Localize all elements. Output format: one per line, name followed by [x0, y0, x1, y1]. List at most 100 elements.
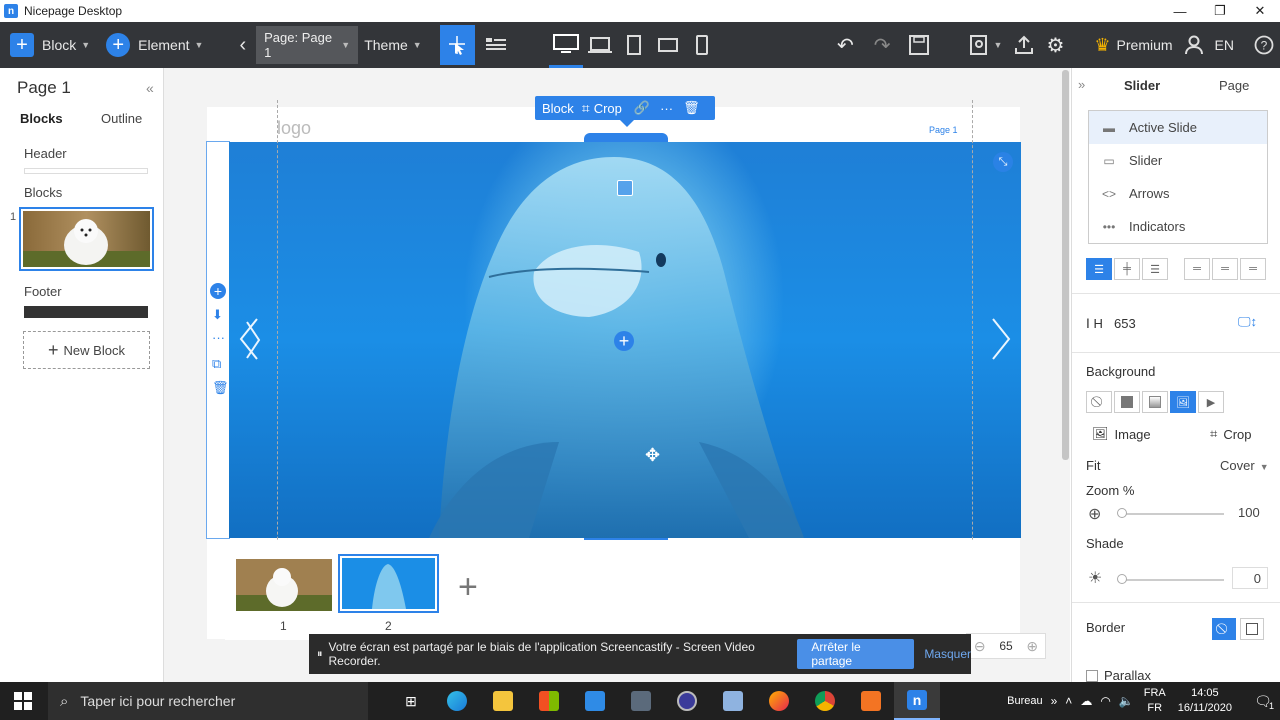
back-arrow-icon[interactable]: ‹ — [229, 22, 256, 68]
select-tool-button[interactable] — [439, 25, 475, 65]
height-value[interactable]: 653 — [1114, 316, 1136, 331]
valign-middle-button[interactable]: ═ — [1212, 258, 1238, 280]
bg-none-button[interactable]: ⃠ — [1086, 391, 1112, 413]
input-language[interactable]: FRA FR — [1144, 686, 1166, 716]
phone-view-button[interactable] — [685, 22, 719, 68]
parallax-checkbox[interactable] — [1086, 669, 1098, 682]
link-icon[interactable]: 🔗 — [634, 100, 650, 116]
language-selector[interactable]: EN — [1209, 22, 1240, 68]
option-indicators[interactable]: ••• Indicators — [1089, 210, 1267, 243]
add-slide-icon[interactable]: + — [458, 570, 478, 604]
shade-slider-track[interactable] — [1118, 579, 1224, 581]
desktop-view-button[interactable] — [549, 22, 583, 68]
zoom-percent-value[interactable]: 100 — [1238, 505, 1260, 520]
store-app[interactable] — [526, 682, 572, 720]
theme-menu[interactable]: Theme ▼ — [358, 22, 428, 68]
block-tb-block[interactable]: Block — [542, 101, 574, 116]
valign-bottom-button[interactable]: ═ — [1240, 258, 1266, 280]
add-element-circle-icon[interactable]: + — [614, 331, 634, 351]
crop-image-button[interactable]: ⌗ Crop — [1210, 426, 1252, 442]
layers-button[interactable] — [479, 22, 513, 68]
volume-icon[interactable]: 🔈 — [1119, 694, 1134, 708]
firefox-app[interactable] — [756, 682, 802, 720]
edge-app[interactable] — [434, 682, 480, 720]
tablet-view-button[interactable] — [617, 22, 651, 68]
zoom-slider-track[interactable] — [1118, 513, 1224, 515]
image-placeholder-icon[interactable] — [617, 180, 633, 196]
laptop-view-button[interactable] — [583, 22, 617, 68]
move-down-icon[interactable]: ⬇ — [212, 307, 223, 323]
align-center-button[interactable]: ╪ — [1114, 258, 1140, 280]
slide-thumb-1[interactable] — [236, 559, 332, 611]
bg-color-button[interactable] — [1114, 391, 1140, 413]
collapse-left-icon[interactable]: « — [146, 80, 154, 96]
trash-icon[interactable]: 🗑 — [683, 100, 700, 116]
tab-page[interactable]: Page — [1219, 78, 1249, 93]
collapse-arrows-icon[interactable]: ⤡ — [993, 152, 1013, 172]
taskbar-search[interactable]: ⌕ Taper ici pour rechercher — [48, 682, 368, 720]
block-tb-crop[interactable]: Crop — [594, 101, 622, 116]
help-button[interactable]: ? — [1248, 22, 1280, 68]
prev-slide-arrow[interactable] — [237, 317, 261, 361]
more-options-icon[interactable]: ··· — [212, 330, 225, 345]
delete-block-icon[interactable]: 🗑 — [212, 380, 229, 396]
tab-slider[interactable]: Slider — [1124, 78, 1160, 93]
parallax-option[interactable]: Parallax — [1086, 668, 1151, 683]
new-block-button[interactable]: + New Block — [23, 331, 150, 369]
calculator-app[interactable] — [618, 682, 664, 720]
stop-sharing-button[interactable]: Arrêter le partage — [797, 639, 915, 669]
media-app[interactable] — [664, 682, 710, 720]
more-icon[interactable]: ··· — [660, 101, 673, 116]
duplicate-icon[interactable]: ⧉ — [212, 356, 221, 372]
add-block-button[interactable]: + Block ▼ — [0, 22, 96, 68]
nicepage-app[interactable]: n — [894, 682, 940, 720]
tab-outline[interactable]: Outline — [101, 111, 142, 126]
save-button[interactable] — [903, 22, 935, 68]
start-button[interactable] — [0, 682, 46, 720]
cloud-icon[interactable]: ☁ — [1080, 694, 1092, 708]
shade-value-input[interactable]: 0 — [1232, 567, 1268, 589]
settings-button[interactable]: ⚙ — [1040, 22, 1070, 68]
block-thumbnail-1[interactable] — [19, 207, 154, 271]
canvas-scrollbar[interactable] — [1062, 70, 1069, 460]
mail-app[interactable] — [572, 682, 618, 720]
chevrons-icon[interactable]: » — [1051, 694, 1058, 708]
align-left-button[interactable]: ☰ — [1086, 258, 1112, 280]
shade-slider-knob[interactable] — [1117, 574, 1127, 584]
change-image-button[interactable]: 🖼 Image — [1092, 426, 1151, 442]
header-thumbnail[interactable] — [24, 168, 148, 174]
slide-thumb-2[interactable] — [338, 554, 439, 613]
wifi-icon[interactable]: ◠ — [1100, 694, 1110, 708]
fit-select[interactable]: Cover ▼ — [1220, 458, 1269, 473]
next-slide-arrow[interactable] — [989, 317, 1013, 361]
undo-button[interactable]: ↶ — [831, 22, 860, 68]
zoom-out-icon[interactable]: ⊖ — [974, 638, 986, 655]
nav-link-page1[interactable]: Page 1 — [929, 125, 958, 135]
border-none-button[interactable]: ⃠ — [1212, 618, 1236, 640]
tablet-landscape-view-button[interactable] — [651, 22, 685, 68]
align-right-button[interactable]: ☰ — [1142, 258, 1168, 280]
option-slider[interactable]: ▭ Slider — [1089, 144, 1267, 177]
desktop-label[interactable]: Bureau — [1007, 695, 1042, 707]
option-arrows[interactable]: <> Arrows — [1089, 177, 1267, 210]
minimize-button[interactable]: — — [1160, 0, 1200, 22]
xampp-app[interactable] — [848, 682, 894, 720]
bg-video-button[interactable]: ▶ — [1198, 391, 1224, 413]
active-slide-image[interactable]: + ⤡ ✥ — [229, 142, 1021, 538]
valign-top-button[interactable]: ═ — [1184, 258, 1210, 280]
maximize-button[interactable]: ❐ — [1200, 0, 1240, 22]
logo-text[interactable]: logo — [277, 118, 311, 139]
page-selector[interactable]: Page: Page 1 ▼ — [256, 26, 359, 64]
premium-button[interactable]: ♛ Premium — [1088, 22, 1178, 68]
file-explorer-app[interactable] — [480, 682, 526, 720]
top-resize-handle[interactable] — [584, 133, 668, 142]
expand-right-icon[interactable]: » — [1078, 77, 1085, 92]
preview-button[interactable]: ▼ — [963, 22, 1009, 68]
zoom-in-icon[interactable]: ⊕ — [1026, 638, 1038, 655]
option-active-slide[interactable]: ▬ Active Slide — [1089, 111, 1267, 144]
chrome-app[interactable] — [802, 682, 848, 720]
3d-app[interactable] — [710, 682, 756, 720]
tab-blocks[interactable]: Blocks — [20, 111, 63, 126]
redo-button[interactable]: ↷ — [868, 22, 897, 68]
close-window-button[interactable]: ✕ — [1240, 0, 1280, 22]
